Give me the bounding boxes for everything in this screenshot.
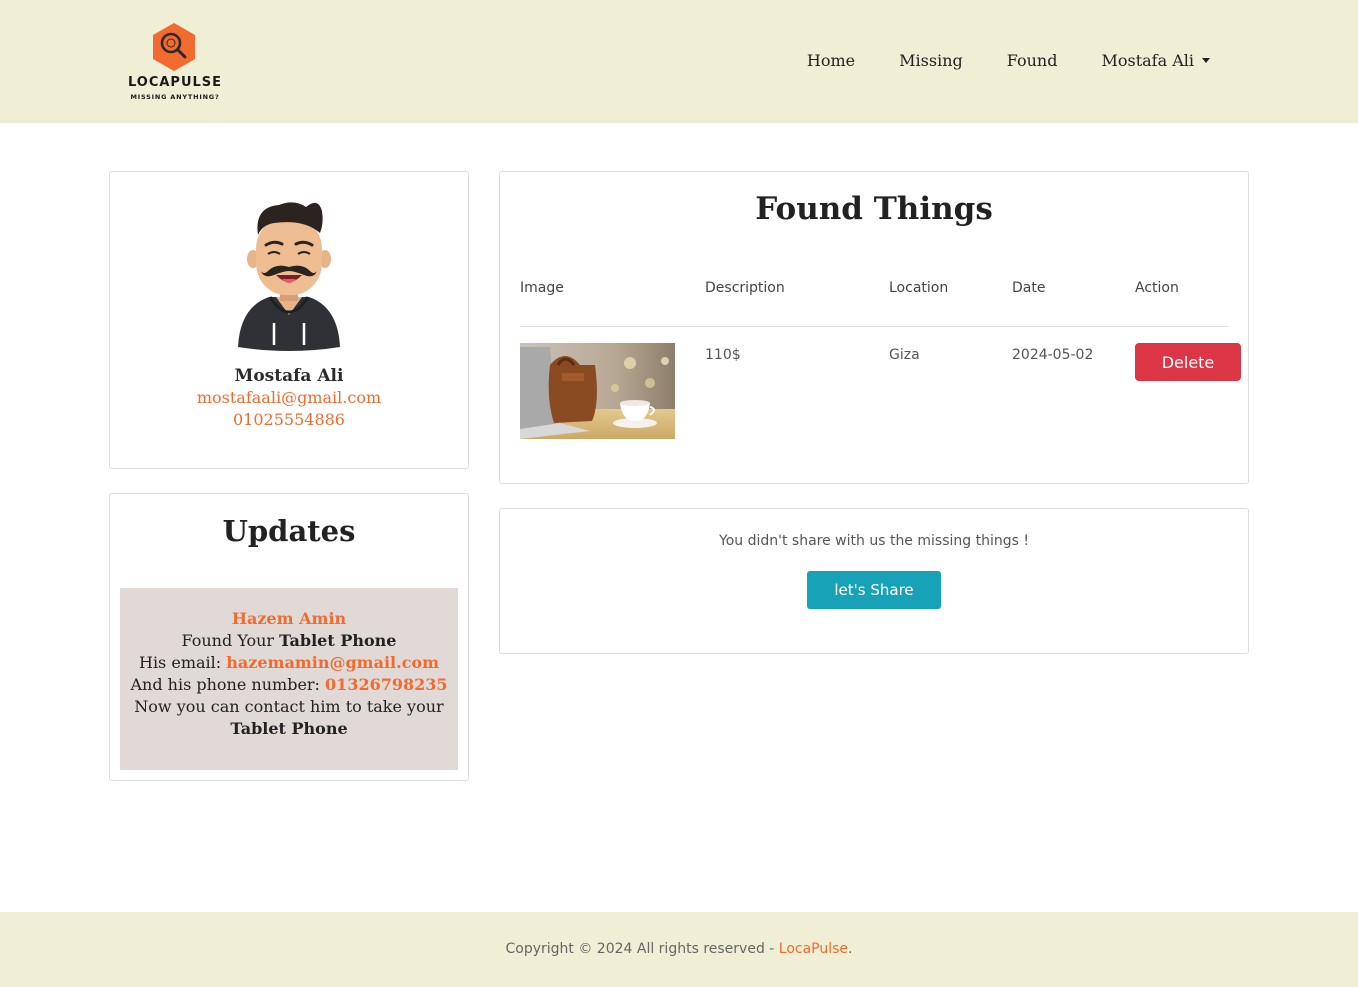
share-button[interactable]: let's Share	[807, 571, 941, 609]
nav-missing[interactable]: Missing	[899, 51, 963, 70]
column-header-action: Action	[1135, 280, 1179, 296]
caret-down-icon	[1202, 58, 1210, 63]
footer: Copyright © 2024 All rights reserved - L…	[0, 912, 1358, 987]
update-item-name: Tablet Phone	[279, 631, 397, 650]
profile-email[interactable]: mostafaali@gmail.com	[110, 388, 468, 407]
item-thumbnail	[520, 343, 675, 439]
brand-name: LOCAPULSE	[127, 75, 223, 90]
bag-and-laptop-photo	[520, 343, 675, 439]
avatar	[238, 202, 340, 351]
profile-phone[interactable]: 01025554886	[110, 410, 468, 429]
updates-card: Updates Hazem Amin Found Your Tablet Pho…	[109, 493, 469, 781]
brand-logo[interactable]: LOCAPULSE MISSING ANYTHING?	[123, 22, 227, 104]
found-things-card: Found Things Image Description Location …	[499, 171, 1249, 484]
footer-copyright: Copyright © 2024 All rights reserved - L…	[0, 941, 1358, 957]
magnifier-logo-icon	[153, 23, 195, 71]
found-things-title: Found Things	[755, 191, 993, 227]
column-header-description: Description	[705, 280, 785, 296]
update-phone[interactable]: 01326798235	[325, 675, 447, 694]
update-phone-label: And his phone number:	[130, 675, 320, 694]
nav-home[interactable]: Home	[807, 51, 855, 70]
user-menu-dropdown[interactable]: Mostafa Ali	[1101, 51, 1210, 70]
update-found-text: Found Your	[181, 631, 275, 650]
footer-brand-link[interactable]: LocaPulse	[779, 941, 848, 957]
update-sender-name: Hazem Amin	[231, 609, 347, 628]
item-description: 110$	[705, 347, 741, 363]
item-date: 2024-05-02	[1012, 347, 1094, 363]
profile-card: Mostafa Ali mostafaali@gmail.com 0102555…	[109, 171, 469, 469]
column-header-location: Location	[889, 280, 949, 296]
profile-name: Mostafa Ali	[234, 366, 344, 386]
navbar: LOCAPULSE MISSING ANYTHING? Home Missing…	[0, 0, 1358, 123]
main-nav: Home Missing Found Mostafa Ali	[807, 51, 1210, 70]
share-message: You didn't share with us the missing thi…	[719, 533, 1029, 549]
item-location: Giza	[889, 347, 920, 363]
nav-found[interactable]: Found	[1007, 51, 1058, 70]
footer-text: Copyright © 2024 All rights reserved -	[505, 941, 779, 957]
table-divider	[520, 326, 1228, 327]
user-menu-label: Mostafa Ali	[1101, 51, 1194, 70]
update-item-name-end: Tablet Phone	[230, 719, 348, 738]
update-email[interactable]: hazemamin@gmail.com	[226, 653, 439, 672]
column-header-date: Date	[1012, 280, 1046, 296]
footer-suffix: .	[848, 941, 853, 957]
update-email-label: His email:	[138, 653, 222, 672]
share-card: You didn't share with us the missing thi…	[499, 508, 1249, 654]
brand-tagline: MISSING ANYTHING?	[130, 93, 220, 101]
update-notification: Hazem Amin Found Your Tablet Phone His e…	[120, 588, 458, 770]
delete-button[interactable]: Delete	[1135, 343, 1241, 381]
update-contact-text: Now you can contact him to take your	[134, 697, 444, 716]
column-header-image: Image	[520, 280, 564, 296]
updates-title: Updates	[222, 514, 356, 548]
